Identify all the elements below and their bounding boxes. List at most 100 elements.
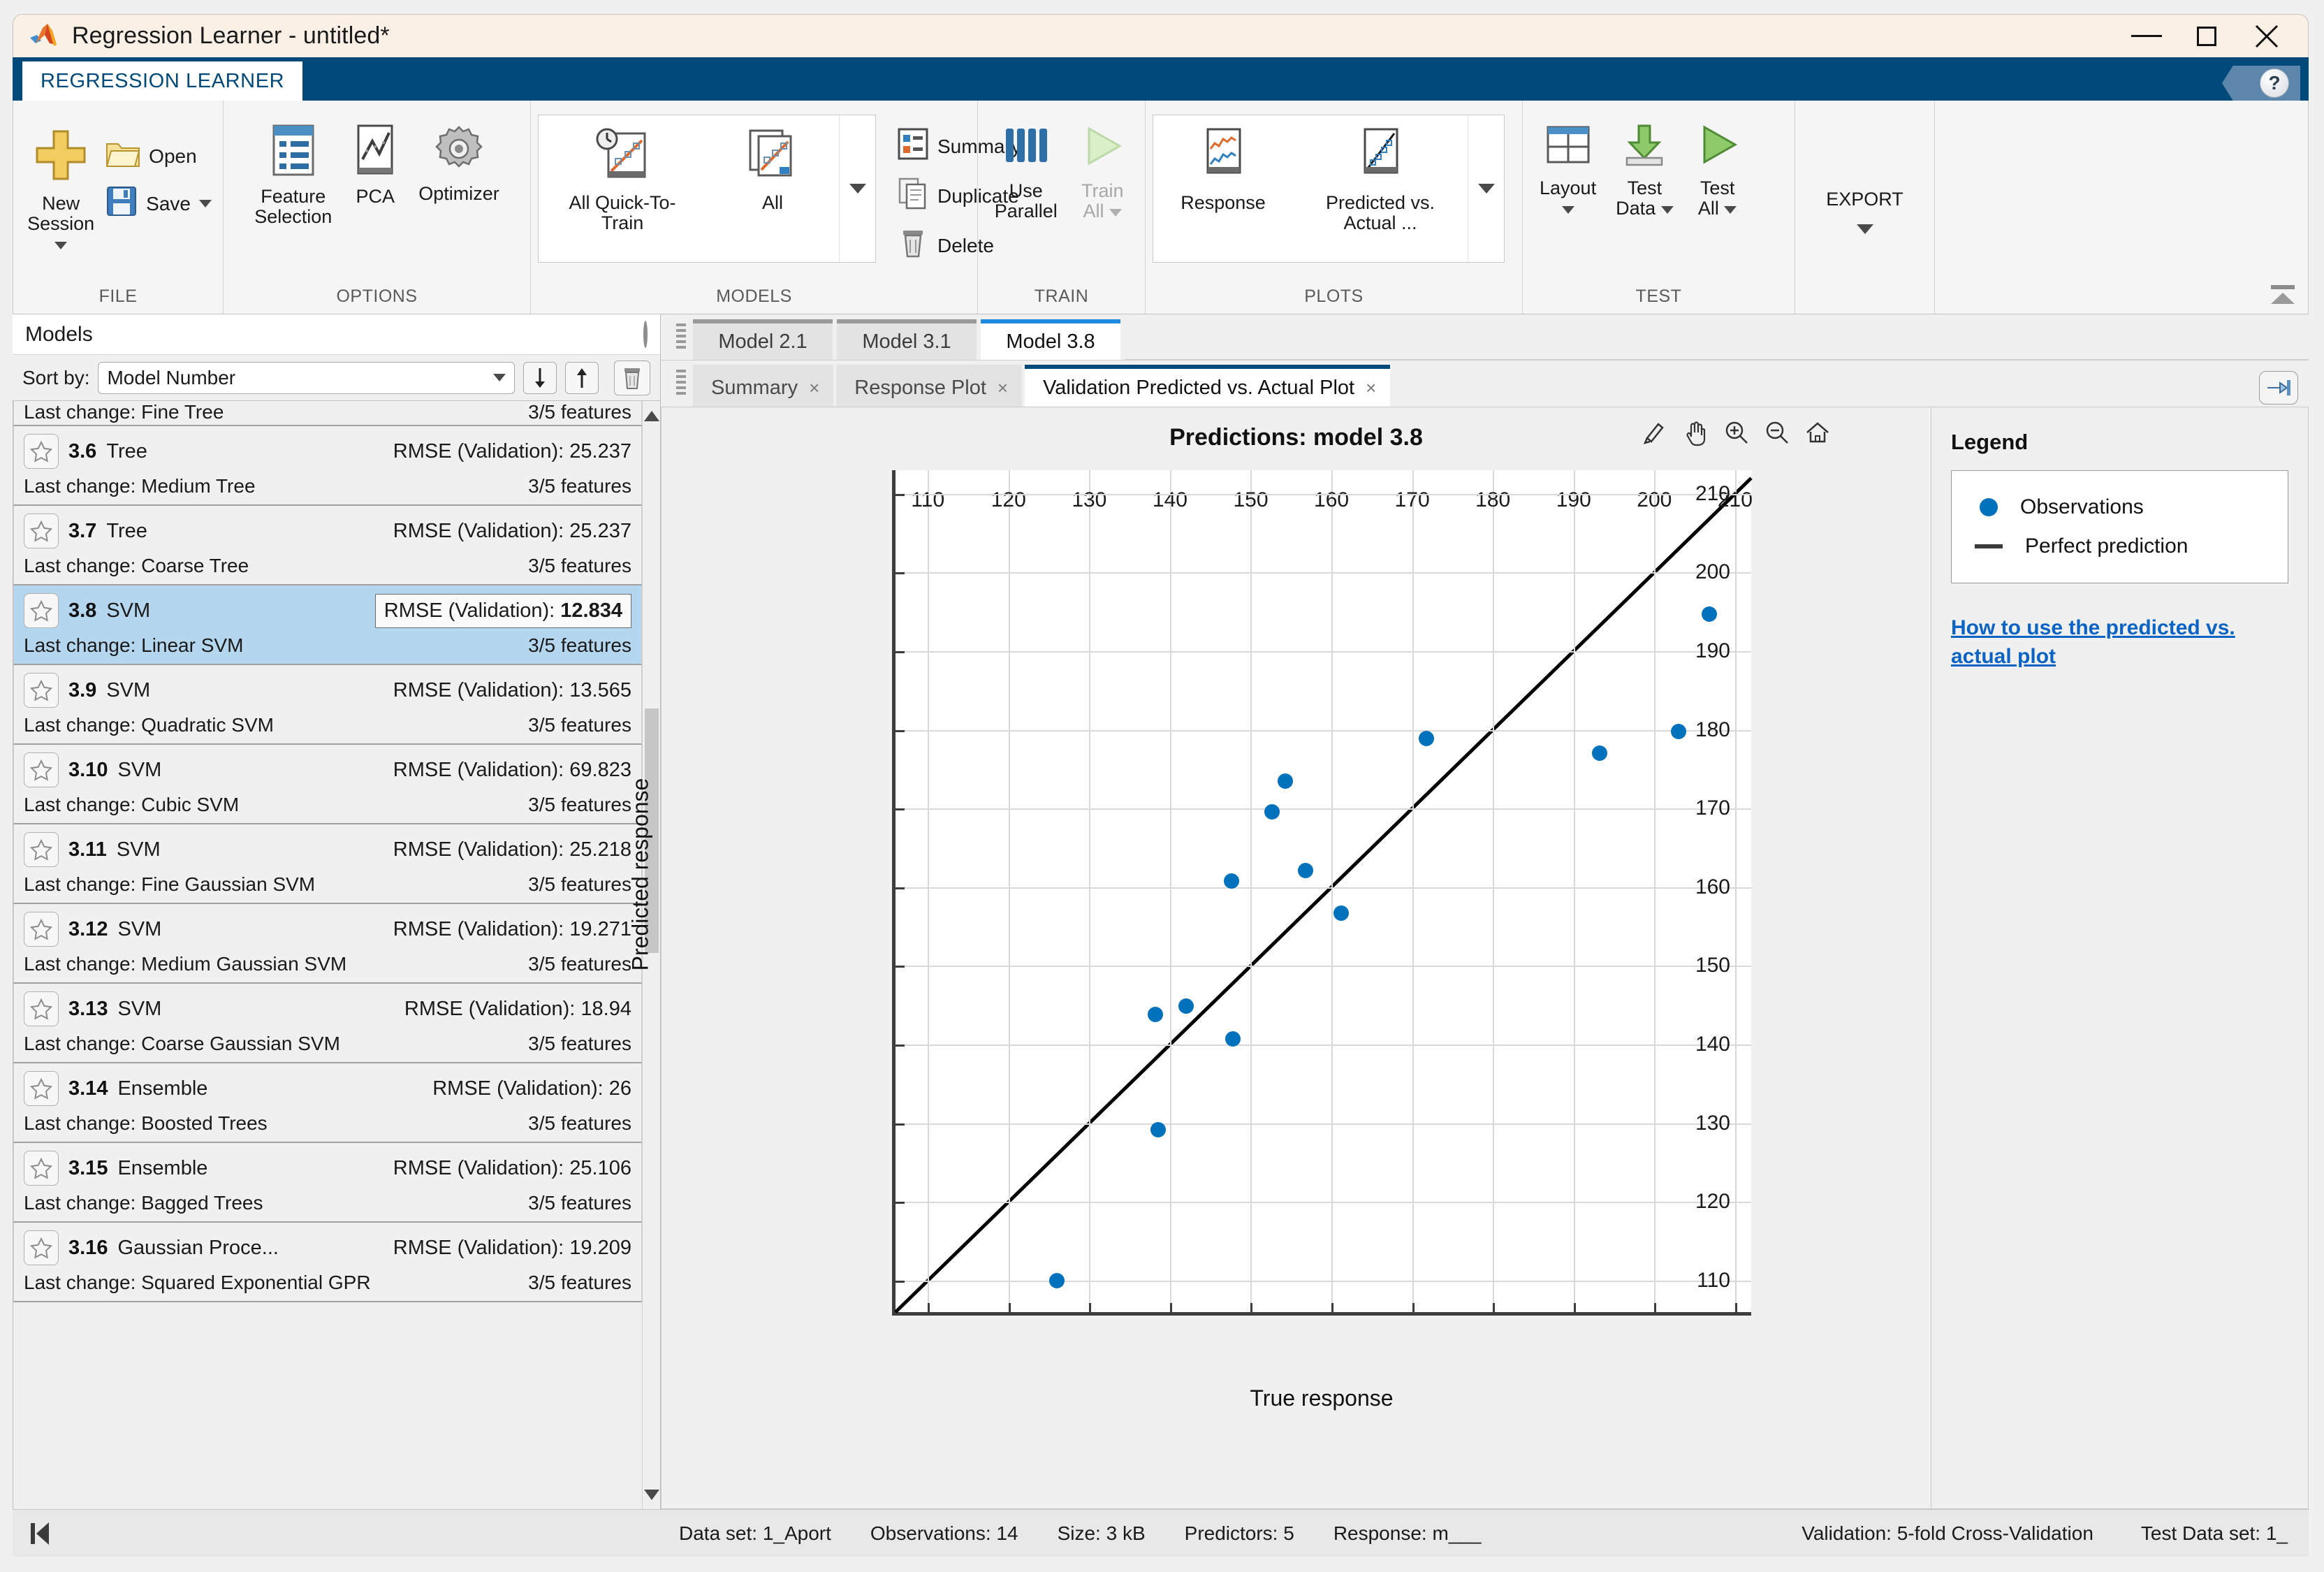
y-gridline [896, 1202, 1751, 1203]
predicted-vs-actual-button[interactable]: Predicted vs.Actual ... [1293, 115, 1468, 262]
expand-panel-icon[interactable] [2259, 371, 2298, 405]
scatter-point[interactable] [1224, 873, 1239, 889]
optimizer-button[interactable]: Optimizer [409, 119, 509, 208]
close-button[interactable] [2237, 15, 2297, 57]
title-bar: Regression Learner - untitled* [13, 14, 2309, 57]
use-parallel-button[interactable]: UseParallel [985, 119, 1067, 226]
favorite-star-icon[interactable] [24, 593, 59, 628]
pca-button[interactable]: PCA [342, 119, 409, 211]
favorite-star-icon[interactable] [24, 991, 59, 1026]
favorite-star-icon[interactable] [24, 1230, 59, 1265]
plot-tab-grip-icon[interactable] [676, 370, 686, 398]
y-gridline [896, 1123, 1751, 1125]
test-all-button[interactable]: TestAll [1683, 119, 1752, 223]
model-row-clipped[interactable]: Last change: Fine Tree 3/5 features [13, 401, 642, 426]
feature-selection-button[interactable]: FeatureSelection [244, 119, 342, 231]
model-row[interactable]: 3.12SVMRMSE (Validation): 19.271Last cha… [13, 904, 642, 984]
tab-bar-grip-icon[interactable] [676, 323, 686, 351]
model-tab-3-1[interactable]: Model 3.1 [837, 319, 977, 360]
collapse-ribbon-button[interactable] [2267, 280, 2298, 308]
help-button[interactable]: ? [2222, 66, 2300, 101]
save-dropdown-icon[interactable] [199, 200, 212, 208]
scatter-point[interactable] [1264, 804, 1280, 820]
model-row[interactable]: 3.7TreeRMSE (Validation): 25.237Last cha… [13, 506, 642, 585]
scatter-point[interactable] [1178, 998, 1194, 1014]
favorite-star-icon[interactable] [24, 514, 59, 548]
tab-response-plot-close-icon[interactable]: × [997, 377, 1008, 399]
plots-gallery-dropdown[interactable] [1468, 115, 1504, 262]
maximize-button[interactable] [2177, 15, 2237, 57]
favorite-star-icon[interactable] [24, 912, 59, 947]
restore-view-icon[interactable] [1802, 417, 1833, 448]
sort-ascending-button[interactable] [523, 362, 557, 394]
response-plot-button[interactable]: Response [1153, 115, 1293, 262]
tab-summary-close-icon[interactable]: × [809, 377, 819, 399]
models-gallery-dropdown[interactable] [839, 115, 875, 262]
tab-validation-predicted-vs-actual-plot[interactable]: Validation Predicted vs. Actual Plot × [1025, 365, 1390, 407]
scatter-point[interactable] [1049, 1273, 1065, 1288]
delete-models-button[interactable] [614, 361, 650, 395]
tab-response-plot[interactable]: Response Plot × [836, 365, 1022, 407]
status-bar-left [13, 1522, 661, 1545]
model-tab-3-8[interactable]: Model 3.8 [981, 319, 1120, 360]
save-button[interactable]: Save [101, 180, 216, 228]
plus-icon [31, 126, 90, 188]
scatter-point[interactable] [1298, 863, 1313, 878]
scatter-point[interactable] [1419, 731, 1434, 746]
model-row[interactable]: 3.16Gaussian Proce...RMSE (Validation): … [13, 1223, 642, 1302]
scroll-down-button[interactable] [643, 1484, 660, 1505]
model-row[interactable]: 3.10SVMRMSE (Validation): 69.823Last cha… [13, 745, 642, 824]
brush-data-icon[interactable] [1640, 417, 1671, 448]
layout-button[interactable]: Layout [1530, 119, 1606, 223]
model-row[interactable]: 3.9SVMRMSE (Validation): 13.565Last chan… [13, 665, 642, 745]
go-to-start-icon[interactable] [31, 1522, 49, 1545]
favorite-star-icon[interactable] [24, 1071, 59, 1106]
train-all-button[interactable]: TrainAll [1067, 119, 1138, 226]
sort-descending-button[interactable] [565, 362, 599, 394]
scatter-point[interactable] [1148, 1007, 1163, 1022]
export-dropdown-icon[interactable] [1857, 234, 1873, 247]
favorite-star-icon[interactable] [24, 434, 59, 469]
status-dataset: Data set: 1_Aport [679, 1522, 831, 1545]
tab-validation-plot-close-icon[interactable]: × [1366, 377, 1376, 399]
all-quick-to-train-button[interactable]: All Quick-To-Train [539, 115, 706, 262]
favorite-star-icon[interactable] [24, 1151, 59, 1186]
test-data-button[interactable]: TestData [1606, 119, 1683, 223]
scatter-point[interactable] [1333, 905, 1349, 921]
model-last-change: Last change: Quadratic SVM [24, 714, 274, 736]
status-test-dataset: Test Data set: 1_ [2141, 1522, 2288, 1545]
scatter-point[interactable] [1225, 1031, 1241, 1047]
favorite-star-icon[interactable] [24, 832, 59, 867]
scroll-up-button[interactable] [643, 405, 660, 426]
models-list[interactable]: Last change: Fine Tree 3/5 features 3.6T… [13, 401, 660, 1509]
y-tick [892, 887, 905, 889]
model-row[interactable]: 3.15EnsembleRMSE (Validation): 25.106Las… [13, 1143, 642, 1223]
tab-summary[interactable]: Summary × [693, 365, 833, 407]
sort-by-select[interactable]: Model Number [98, 362, 515, 394]
model-row[interactable]: 3.13SVMRMSE (Validation): 18.94Last chan… [13, 984, 642, 1063]
favorite-star-icon[interactable] [24, 752, 59, 787]
favorite-star-icon[interactable] [24, 673, 59, 708]
scatter-point[interactable] [1592, 745, 1607, 761]
model-row[interactable]: 3.8SVMRMSE (Validation): 12.834Last chan… [13, 585, 642, 665]
model-row[interactable]: 3.14EnsembleRMSE (Validation): 26Last ch… [13, 1063, 642, 1143]
open-button[interactable]: Open [101, 133, 216, 180]
model-number: 3.14 [68, 1077, 108, 1100]
panel-options-icon[interactable] [643, 323, 648, 347]
how-to-use-link[interactable]: How to use the predicted vs. actual plot [1951, 614, 2288, 671]
scatter-axes[interactable]: 1101201301401501601701801902002101101201… [892, 470, 1751, 1316]
new-session-button[interactable]: NewSession [20, 122, 101, 259]
scatter-point[interactable] [1671, 724, 1686, 739]
zoom-out-icon[interactable] [1762, 417, 1792, 448]
model-tab-2-1[interactable]: Model 2.1 [693, 319, 833, 360]
scatter-point[interactable] [1702, 606, 1717, 622]
model-row[interactable]: 3.11SVMRMSE (Validation): 25.218Last cha… [13, 824, 642, 904]
all-models-button[interactable]: All [706, 115, 839, 262]
scatter-point[interactable] [1278, 773, 1293, 789]
pan-icon[interactable] [1681, 417, 1711, 448]
model-row[interactable]: 3.6TreeRMSE (Validation): 25.237Last cha… [13, 426, 642, 506]
minimize-button[interactable] [2117, 15, 2177, 57]
scatter-point[interactable] [1150, 1122, 1166, 1137]
zoom-in-icon[interactable] [1721, 417, 1752, 448]
tab-regression-learner[interactable]: REGRESSION LEARNER [22, 61, 302, 101]
